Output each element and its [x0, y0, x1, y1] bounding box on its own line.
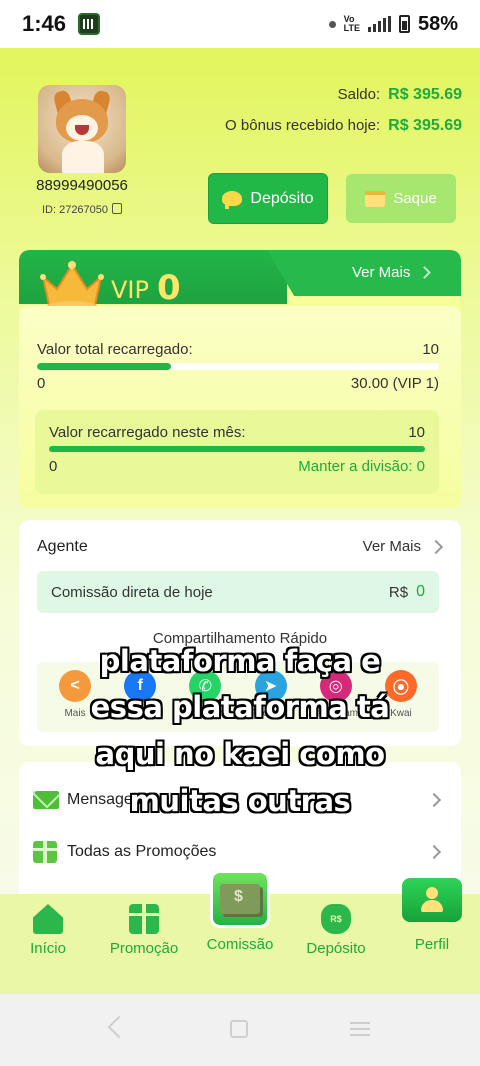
balance-row: Saldo: R$ 395.69	[338, 86, 462, 104]
nav-label: Início	[30, 940, 66, 957]
vip-label: VIP	[111, 276, 149, 304]
money-bag-icon: R$	[321, 904, 351, 934]
vip-more-link[interactable]: Ver Mais	[352, 264, 432, 281]
vip-card: VIP 0 Ver Mais Valor total recarregado: …	[19, 250, 461, 508]
agent-more-label: Ver Mais	[362, 538, 421, 555]
month-label: Valor recarregado neste mês:	[49, 424, 246, 441]
withdraw-button[interactable]: Saque	[346, 174, 456, 223]
bonus-value: R$ 395.69	[388, 117, 462, 134]
chevron-right-icon	[426, 844, 442, 860]
commission-label: Comissão direta de hoje	[51, 583, 213, 601]
vip-progress-max: 30.00 (VIP 1)	[350, 375, 439, 392]
user-id: ID: 27267050	[41, 204, 109, 216]
person-icon	[421, 887, 443, 913]
menu-item-label: Todas as Promoções	[67, 843, 217, 860]
nav-deposit[interactable]: R$ Depósito	[288, 904, 384, 957]
commission-currency: R$	[388, 583, 409, 601]
vip-progress-fill	[37, 363, 171, 370]
month-value: 10	[408, 424, 425, 441]
gift-icon	[33, 841, 57, 863]
withdraw-button-label: Saque	[393, 190, 437, 207]
nav-profile[interactable]: Perfil	[384, 936, 480, 953]
account-page: 88999490056 ID: 27267050 Saldo: R$ 395.6…	[0, 48, 480, 994]
status-time: 1:46	[22, 11, 67, 36]
cash-stack-icon	[220, 884, 260, 914]
system-nav-bar	[0, 994, 480, 1066]
nav-commission[interactable]: Comissão	[192, 936, 288, 953]
bonus-label: O bônus recebido hoje:	[225, 117, 381, 134]
user-id-row: ID: 27267050	[30, 203, 134, 216]
vip-more-label: Ver Mais	[352, 264, 411, 281]
piggy-bank-icon	[222, 191, 243, 209]
caption-line: plataforma faça e	[99, 644, 381, 678]
vip-progress-min: 0	[37, 375, 46, 392]
vip-progress-bar	[37, 363, 439, 370]
nav-label: Perfil	[414, 936, 450, 953]
deposit-button[interactable]: Depósito	[208, 173, 328, 224]
back-icon[interactable]	[107, 1015, 131, 1039]
today-commission-box: Comissão direta de hoje R$ 0	[37, 571, 439, 613]
bonus-row: O bônus recebido hoje: R$ 395.69	[225, 117, 462, 135]
agent-more-link[interactable]: Ver Mais	[362, 538, 444, 555]
caption-line: muitas outras	[129, 784, 351, 818]
status-indicators: Vo LTE 58%	[328, 12, 458, 36]
signal-icon	[367, 16, 391, 32]
vip-total-label: Valor total recarregado:	[37, 341, 193, 358]
battery-icon	[398, 15, 410, 33]
commission-center-button[interactable]	[210, 870, 270, 928]
copy-icon[interactable]	[112, 203, 123, 214]
vip-level: 0	[157, 268, 181, 308]
status-bar: 1:46 Vo LTE 58%	[0, 0, 480, 48]
avatar[interactable]	[38, 85, 126, 173]
app-notification-icon	[78, 13, 101, 35]
caption-line: essa plataforma tá	[90, 690, 390, 724]
commission-value: 0	[416, 583, 425, 600]
month-min: 0	[49, 458, 58, 475]
profile-button[interactable]	[402, 878, 462, 922]
nav-label: Promoção	[109, 940, 179, 957]
chevron-right-icon	[418, 266, 432, 279]
deposit-button-label: Depósito	[250, 189, 314, 207]
vip-total-value: 10	[422, 341, 439, 358]
gift-icon	[129, 904, 159, 934]
balance-label: Saldo:	[337, 86, 381, 103]
menu-icon[interactable]	[350, 1022, 370, 1036]
monthly-recharge-box: Valor recarregado neste mês: 10 0 Manter…	[35, 410, 439, 494]
wallet-icon	[365, 190, 386, 207]
menu-item-promotions[interactable]: Todas as Promoções	[19, 828, 461, 876]
avatar-dog-body	[62, 141, 104, 173]
nav-label: Comissão	[206, 936, 274, 953]
agent-title: Agente	[37, 538, 88, 555]
notification-dot-icon	[328, 20, 336, 28]
home-square-icon[interactable]	[230, 1020, 248, 1038]
nav-label: Depósito	[306, 940, 366, 957]
caption-line: aqui no kaei como	[95, 737, 386, 771]
volte-icon: Vo LTE	[343, 14, 360, 33]
nav-home[interactable]: Início	[0, 904, 96, 957]
balance-value: R$ 395.69	[388, 86, 462, 103]
nav-promotion[interactable]: Promoção	[96, 904, 192, 957]
month-progress-bar	[49, 446, 425, 452]
home-icon	[33, 904, 63, 934]
battery-percent: 58%	[417, 12, 458, 35]
chevron-right-icon	[428, 539, 444, 554]
user-phone: 88999490056	[36, 177, 128, 194]
month-keep-division: Manter a divisão: 0	[298, 458, 425, 475]
